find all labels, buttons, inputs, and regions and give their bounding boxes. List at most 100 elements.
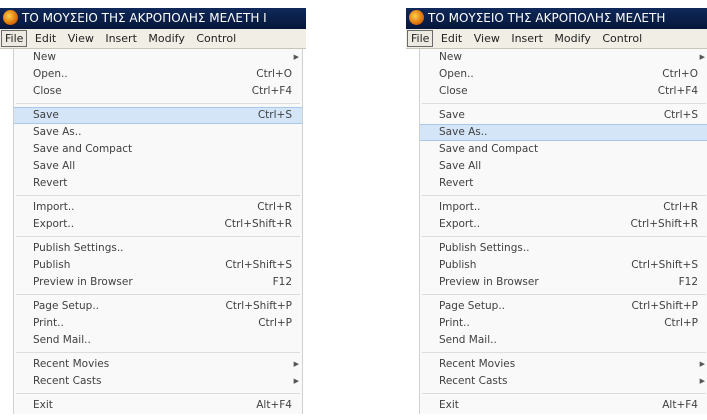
menu-item-label: Publish Settings.. (439, 242, 530, 254)
menu-item-shortcut: Alt+F4 (256, 399, 292, 411)
menu-item-preview-in-browser[interactable]: Preview in Browser F12 (14, 274, 302, 291)
menu-item-open[interactable]: Open.. Ctrl+O (14, 66, 302, 83)
menu-item-save-and-compact[interactable]: Save and Compact (420, 141, 707, 158)
menu-item-label: Send Mail.. (439, 334, 497, 346)
menu-item-save-as[interactable]: Save As.. (14, 124, 302, 141)
menu-item-close[interactable]: Close Ctrl+F4 (420, 83, 707, 100)
menu-edit[interactable]: Edit (31, 29, 60, 48)
menu-item-recent-movies[interactable]: Recent Movies ▶ (420, 356, 707, 373)
app-icon (3, 10, 18, 25)
menu-item-import[interactable]: Import.. Ctrl+R (14, 199, 302, 216)
menu-item-label: New (33, 51, 56, 63)
menu-item-label: Save As.. (439, 126, 488, 138)
menu-item-publish[interactable]: Publish Ctrl+Shift+S (14, 257, 302, 274)
menu-item-label: Export.. (33, 218, 75, 230)
menu-item-label: Recent Movies (439, 358, 516, 370)
menu-item-label: Close (33, 85, 62, 97)
menu-item-publish-settings[interactable]: Publish Settings.. (420, 240, 707, 257)
menu-item-close[interactable]: Close Ctrl+F4 (14, 83, 302, 100)
menu-item-shortcut: Ctrl+R (663, 201, 698, 213)
menu-item-save-all[interactable]: Save All (420, 158, 707, 175)
menu-item-revert[interactable]: Revert (420, 175, 707, 192)
menu-control[interactable]: Control (192, 29, 240, 48)
menu-item-label: Import.. (33, 201, 75, 213)
submenu-arrow-icon: ▶ (699, 53, 705, 61)
menu-control[interactable]: Control (598, 29, 646, 48)
menu-item-label: Save As.. (33, 126, 82, 138)
menu-item-new[interactable]: New ▶ (420, 49, 707, 66)
menu-item-print[interactable]: Print.. Ctrl+P (420, 315, 707, 332)
menu-item-send-mail[interactable]: Send Mail.. (420, 332, 707, 349)
menu-item-save[interactable]: Save Ctrl+S (420, 107, 707, 124)
menu-item-revert[interactable]: Revert (14, 175, 302, 192)
menu-item-send-mail[interactable]: Send Mail.. (14, 332, 302, 349)
menu-item-label: Page Setup.. (33, 300, 99, 312)
menu-item-label: Preview in Browser (33, 276, 133, 288)
menu-item-export[interactable]: Export.. Ctrl+Shift+R (14, 216, 302, 233)
menu-item-shortcut: Ctrl+S (663, 109, 698, 121)
menu-item-shortcut: Ctrl+Shift+R (630, 218, 698, 230)
menu-item-label: Save (439, 109, 465, 121)
menu-item-label: Exit (439, 399, 459, 411)
menu-insert[interactable]: Insert (507, 29, 547, 48)
menu-item-exit[interactable]: Exit Alt+F4 (14, 397, 302, 414)
menu-item-shortcut: Alt+F4 (662, 399, 698, 411)
window-title: ΤΟ ΜΟΥΣΕΙΟ ΤΗΣ ΑΚΡΟΠΟΛΗΣ ΜΕΛΕΤΗ (428, 11, 666, 25)
menu-item-open[interactable]: Open.. Ctrl+O (420, 66, 707, 83)
menu-item-shortcut: F12 (272, 276, 292, 288)
menu-file[interactable]: File (407, 30, 434, 47)
window-title: ΤΟ ΜΟΥΣΕΙΟ ΤΗΣ ΑΚΡΟΠΟΛΗΣ ΜΕΛΕΤΗ Ι (22, 11, 267, 25)
menu-view[interactable]: View (64, 29, 98, 48)
menu-item-recent-casts[interactable]: Recent Casts ▶ (420, 373, 707, 390)
menu-item-publish-settings[interactable]: Publish Settings.. (14, 240, 302, 257)
menu-item-label: Import.. (439, 201, 481, 213)
menu-item-label: Preview in Browser (439, 276, 539, 288)
menu-modify[interactable]: Modify (550, 29, 594, 48)
menu-item-shortcut: Ctrl+Shift+S (225, 259, 292, 271)
menu-item-shortcut: Ctrl+R (257, 201, 292, 213)
menu-item-label: Save All (33, 160, 76, 172)
menu-item-print[interactable]: Print.. Ctrl+P (14, 315, 302, 332)
menu-edit[interactable]: Edit (437, 29, 466, 48)
menu-item-label: Revert (33, 177, 68, 189)
menu-item-save-all[interactable]: Save All (14, 158, 302, 175)
menu-item-import[interactable]: Import.. Ctrl+R (420, 199, 707, 216)
submenu-arrow-icon: ▶ (699, 377, 705, 385)
menu-separator (16, 352, 300, 353)
menu-item-label: New (439, 51, 462, 63)
menu-modify[interactable]: Modify (144, 29, 188, 48)
menu-item-shortcut: Ctrl+F4 (251, 85, 292, 97)
menu-view[interactable]: View (470, 29, 504, 48)
menu-separator (16, 195, 300, 196)
app-icon (409, 10, 424, 25)
menu-separator (422, 236, 706, 237)
menu-item-new[interactable]: New ▶ (14, 49, 302, 66)
menu-item-label: Recent Casts (439, 375, 508, 387)
menu-item-label: Publish Settings.. (33, 242, 124, 254)
menu-item-page-setup[interactable]: Page Setup.. Ctrl+Shift+P (420, 298, 707, 315)
menu-item-save-and-compact[interactable]: Save and Compact (14, 141, 302, 158)
menu-item-preview-in-browser[interactable]: Preview in Browser F12 (420, 274, 707, 291)
menu-item-label: Recent Casts (33, 375, 102, 387)
right-screenshot: ΤΟ ΜΟΥΣΕΙΟ ΤΗΣ ΑΚΡΟΠΟΛΗΣ ΜΕΛΕΤΗ File Edi… (406, 8, 707, 420)
menu-insert[interactable]: Insert (101, 29, 141, 48)
menu-item-shortcut: Ctrl+O (662, 68, 698, 80)
menu-item-save[interactable]: Save Ctrl+S (14, 107, 302, 124)
menu-item-label: Exit (33, 399, 53, 411)
menu-item-exit[interactable]: Exit Alt+F4 (420, 397, 707, 414)
menu-file[interactable]: File (1, 30, 28, 47)
menu-item-label: Send Mail.. (33, 334, 91, 346)
menu-item-shortcut: Ctrl+O (256, 68, 292, 80)
menu-separator (422, 195, 706, 196)
menu-item-recent-movies[interactable]: Recent Movies ▶ (14, 356, 302, 373)
menu-item-export[interactable]: Export.. Ctrl+Shift+R (420, 216, 707, 233)
menu-item-label: Revert (439, 177, 474, 189)
menu-item-label: Close (439, 85, 468, 97)
menu-separator (16, 236, 300, 237)
menu-item-publish[interactable]: Publish Ctrl+Shift+S (420, 257, 707, 274)
menu-item-save-as[interactable]: Save As.. (420, 124, 707, 141)
menu-item-label: Open.. (439, 68, 474, 80)
menu-separator (16, 103, 300, 104)
menu-item-recent-casts[interactable]: Recent Casts ▶ (14, 373, 302, 390)
menu-item-page-setup[interactable]: Page Setup.. Ctrl+Shift+P (14, 298, 302, 315)
